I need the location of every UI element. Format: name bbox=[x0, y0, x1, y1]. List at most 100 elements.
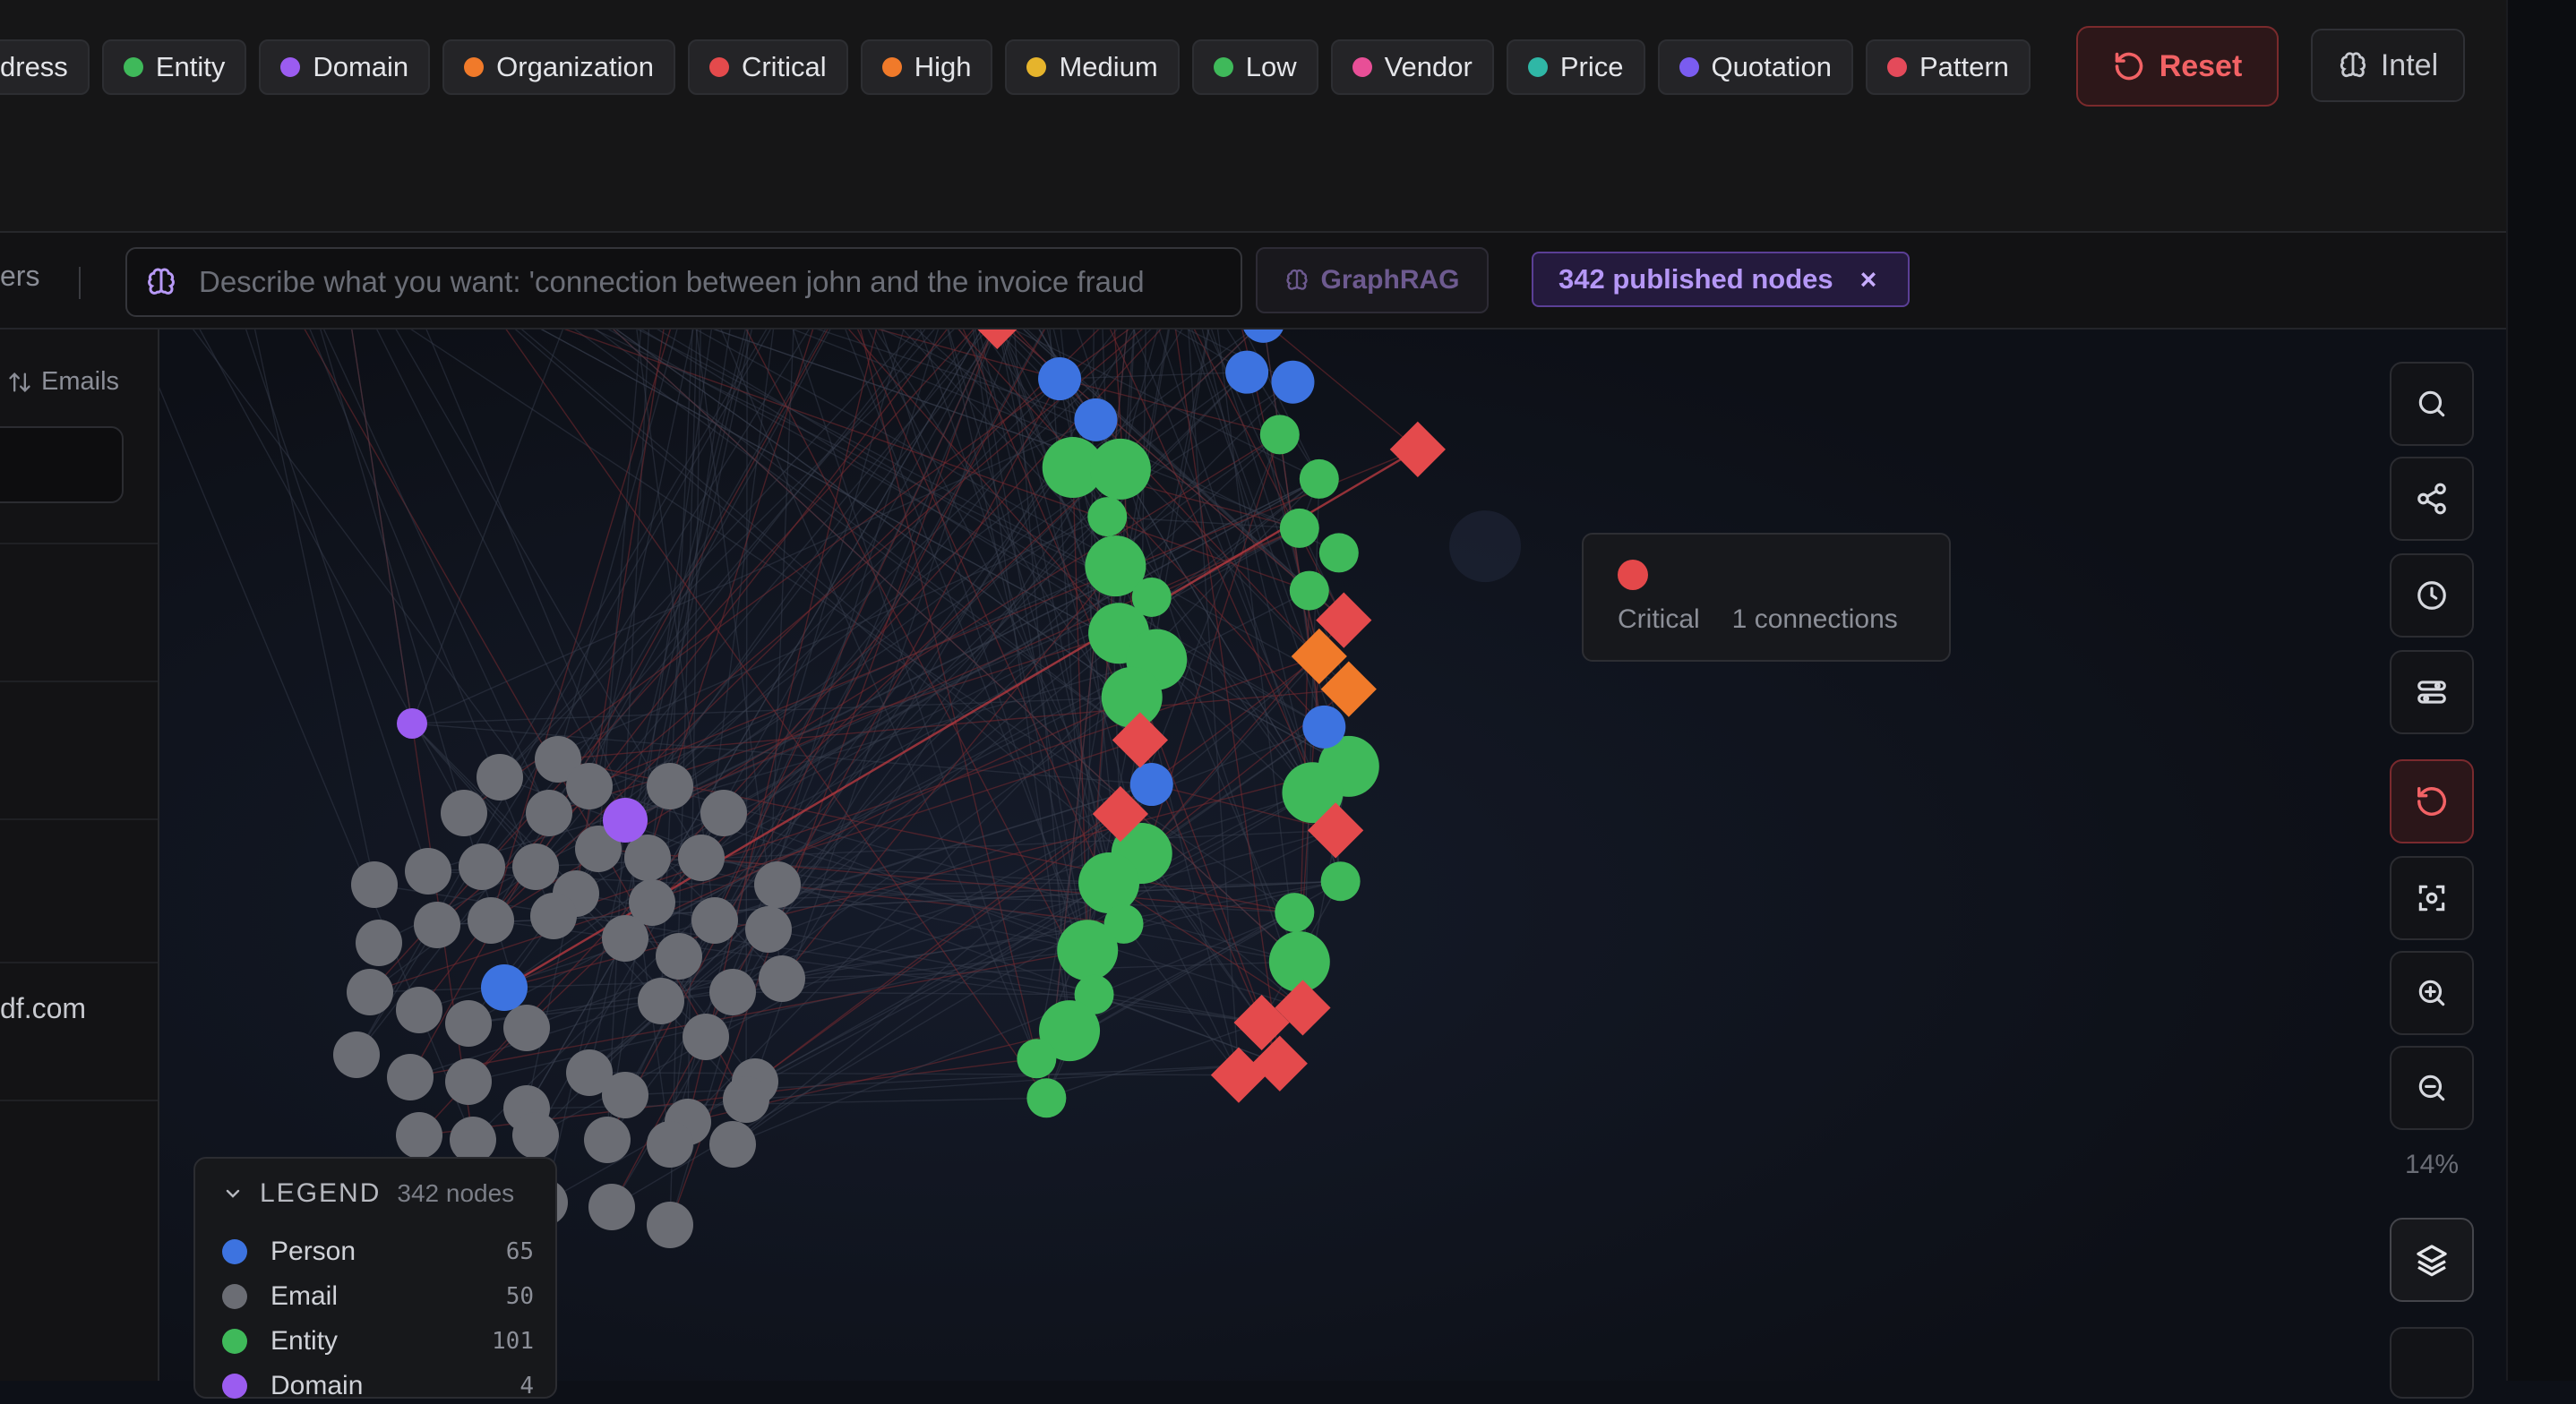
email-node[interactable] bbox=[445, 1000, 492, 1047]
filter-chip[interactable]: Entity bbox=[101, 39, 247, 95]
email-node[interactable] bbox=[723, 1076, 769, 1123]
person-node[interactable] bbox=[1302, 705, 1346, 749]
email-node[interactable] bbox=[709, 1121, 756, 1168]
fit-view-button[interactable] bbox=[2390, 856, 2474, 940]
email-node[interactable] bbox=[459, 843, 505, 890]
email-node[interactable] bbox=[477, 754, 523, 800]
filter-chip[interactable]: High bbox=[860, 39, 993, 95]
reset-view-button[interactable] bbox=[2390, 759, 2474, 843]
entity-node[interactable] bbox=[1259, 415, 1300, 455]
entity-node[interactable] bbox=[1078, 852, 1140, 914]
left-email-item[interactable]: df.com bbox=[0, 992, 86, 1025]
email-node[interactable] bbox=[396, 987, 442, 1033]
email-node[interactable] bbox=[584, 1117, 631, 1163]
email-node[interactable] bbox=[387, 1054, 434, 1100]
email-node[interactable] bbox=[602, 915, 648, 962]
entity-node[interactable] bbox=[1275, 893, 1315, 933]
filter-chip[interactable]: Pattern bbox=[1865, 39, 2031, 95]
search-tool-button[interactable] bbox=[2390, 362, 2474, 446]
entity-node[interactable] bbox=[1320, 861, 1361, 902]
entity-node[interactable] bbox=[1279, 508, 1319, 548]
share-tool-button[interactable] bbox=[2390, 457, 2474, 541]
email-node[interactable] bbox=[468, 897, 514, 944]
email-node[interactable] bbox=[647, 763, 693, 809]
filter-chip[interactable]: Medium bbox=[1005, 39, 1180, 95]
more-tool-button[interactable] bbox=[2390, 1327, 2474, 1399]
email-node[interactable] bbox=[503, 1005, 550, 1051]
query-input[interactable] bbox=[197, 264, 1241, 300]
left-search-input[interactable] bbox=[0, 426, 124, 503]
legend-item[interactable]: Domain 4 bbox=[222, 1368, 534, 1404]
tab-fragment[interactable]: ers bbox=[0, 260, 39, 293]
entity-node[interactable] bbox=[1089, 438, 1151, 500]
filter-tool-button[interactable] bbox=[2390, 650, 2474, 734]
entity-node[interactable] bbox=[1268, 931, 1330, 993]
filter-chip[interactable]: Organization bbox=[442, 39, 675, 95]
history-tool-button[interactable] bbox=[2390, 553, 2474, 638]
query-search-box[interactable] bbox=[125, 247, 1242, 317]
person-node[interactable] bbox=[1129, 763, 1173, 807]
entity-node[interactable] bbox=[1299, 458, 1339, 499]
email-node[interactable] bbox=[647, 1121, 693, 1168]
email-node[interactable] bbox=[683, 1014, 729, 1060]
person-node[interactable] bbox=[481, 964, 528, 1011]
legend-item[interactable]: Email 50 bbox=[222, 1279, 534, 1314]
chevron-down-icon[interactable] bbox=[222, 1183, 244, 1204]
filter-chip[interactable]: dress bbox=[0, 39, 90, 95]
email-node[interactable] bbox=[745, 906, 792, 953]
email-node[interactable] bbox=[396, 1112, 442, 1159]
email-node[interactable] bbox=[566, 763, 613, 809]
email-node[interactable] bbox=[333, 1032, 380, 1078]
email-node[interactable] bbox=[602, 1072, 648, 1118]
filter-chip[interactable]: Quotation bbox=[1657, 39, 1853, 95]
entity-node[interactable] bbox=[1057, 920, 1119, 981]
zoom-in-button[interactable] bbox=[2390, 951, 2474, 1035]
filter-chip[interactable]: Domain bbox=[259, 39, 431, 95]
filter-chip[interactable]: Critical bbox=[687, 39, 848, 95]
person-node[interactable] bbox=[1271, 360, 1315, 404]
email-node[interactable] bbox=[405, 848, 451, 895]
entity-node[interactable] bbox=[1026, 1078, 1067, 1118]
filter-chip[interactable]: Price bbox=[1506, 39, 1645, 95]
email-node[interactable] bbox=[356, 920, 402, 966]
legend-item[interactable]: Entity 101 bbox=[222, 1323, 534, 1359]
email-node[interactable] bbox=[588, 1184, 635, 1230]
entity-node[interactable] bbox=[1289, 570, 1329, 611]
entity-node[interactable] bbox=[1101, 666, 1163, 728]
zoom-out-button[interactable] bbox=[2390, 1046, 2474, 1130]
email-node[interactable] bbox=[700, 790, 747, 836]
legend-item[interactable]: Person 65 bbox=[222, 1234, 534, 1270]
graphrag-button[interactable]: GraphRAG bbox=[1256, 247, 1489, 313]
entity-node[interactable] bbox=[1017, 1039, 1057, 1079]
person-node[interactable] bbox=[1225, 350, 1269, 394]
filter-chip[interactable]: Low bbox=[1191, 39, 1318, 95]
email-node[interactable] bbox=[709, 969, 756, 1015]
email-node[interactable] bbox=[647, 1202, 693, 1248]
close-icon[interactable]: × bbox=[1860, 263, 1877, 296]
email-node[interactable] bbox=[691, 897, 738, 944]
entity-node[interactable] bbox=[1087, 497, 1128, 537]
domain-node[interactable] bbox=[603, 798, 648, 843]
person-node[interactable] bbox=[1074, 398, 1118, 441]
email-node[interactable] bbox=[678, 835, 725, 881]
filter-chip[interactable]: Vendor bbox=[1330, 39, 1494, 95]
email-node[interactable] bbox=[512, 843, 559, 890]
email-node[interactable] bbox=[656, 933, 702, 980]
email-node[interactable] bbox=[530, 893, 577, 939]
email-node[interactable] bbox=[754, 861, 801, 908]
layers-button[interactable] bbox=[2390, 1218, 2474, 1302]
sort-toggle[interactable]: Emails bbox=[7, 367, 119, 397]
email-node[interactable] bbox=[512, 1112, 559, 1159]
email-node[interactable] bbox=[414, 902, 460, 948]
email-node[interactable] bbox=[445, 1058, 492, 1105]
email-node[interactable] bbox=[351, 861, 398, 908]
email-node[interactable] bbox=[347, 969, 393, 1015]
entity-node[interactable] bbox=[1318, 533, 1359, 573]
person-node[interactable] bbox=[1038, 357, 1082, 401]
intel-button[interactable]: Intel bbox=[2311, 29, 2465, 102]
email-node[interactable] bbox=[759, 955, 805, 1002]
email-node[interactable] bbox=[441, 790, 487, 836]
reset-button[interactable]: Reset bbox=[2076, 26, 2279, 107]
email-node[interactable] bbox=[638, 978, 684, 1024]
email-node[interactable] bbox=[526, 790, 572, 836]
